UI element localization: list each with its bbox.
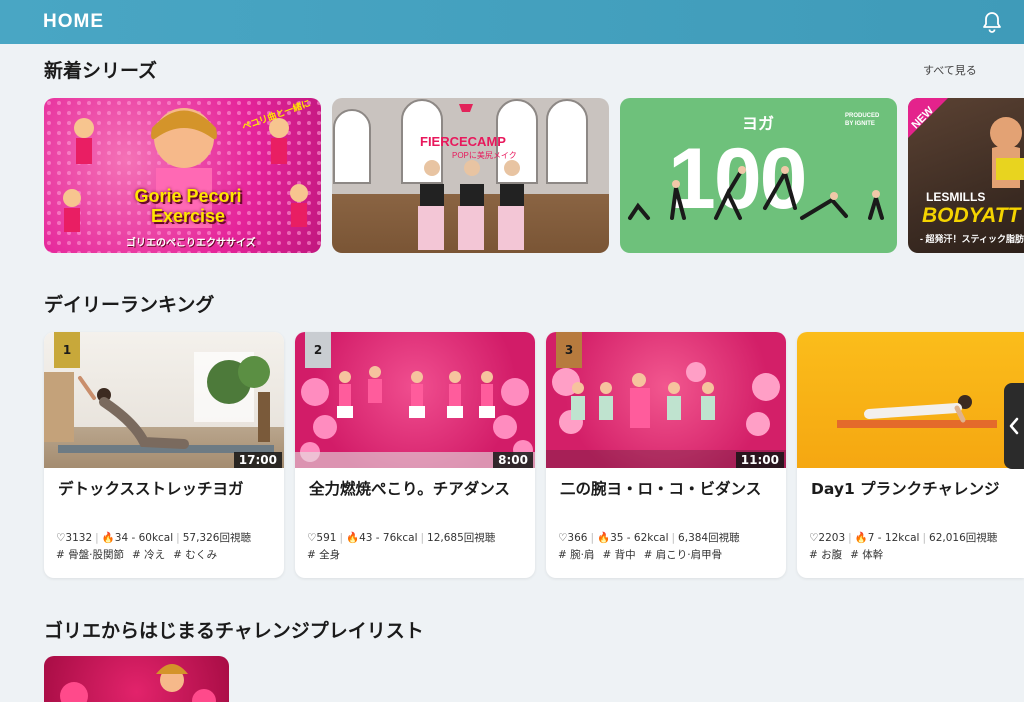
series-thumbnail — [628, 166, 884, 220]
series-card-yoga100[interactable]: ヨガ PRODUCED BY IGNITE 100 — [620, 98, 897, 253]
tag[interactable]: # 全身 — [307, 549, 340, 561]
view-count: 6,384回視聴 — [678, 532, 740, 544]
kcal-range: 43 - 76kcal — [359, 532, 418, 544]
ranking-tags: # 全身 — [307, 547, 348, 562]
series-card-gorie[interactable]: ペコリ曲と一緒に Gorie Pecori Exercise ゴリエのペこりエク… — [44, 98, 321, 253]
flame-icon: 🔥 — [101, 532, 115, 544]
ranking-card-3[interactable]: 3 11:00 二の腕ヨ・ロ・コ・ビダンス ♡366 | 🔥35 - 62kcal |… — [546, 332, 786, 578]
yoga-scene — [44, 352, 274, 453]
ranking-title: デトックスストレッチヨガ — [58, 480, 244, 498]
ranking-stats: ♡3132 | 🔥34 - 60kcal | 57,326回視聴 — [56, 532, 251, 544]
series-card-brand: FIERCECAMP — [420, 134, 506, 149]
flame-icon: 🔥 — [597, 532, 611, 544]
series-card-brand: LESMILLS — [926, 190, 986, 204]
ranking-card-1[interactable]: 1 17:00 デトックスストレッチヨガ ♡3132 | 🔥34 - 60kcal |… — [44, 332, 284, 578]
carousel-scroll-handle[interactable] — [1004, 383, 1024, 469]
view-count: 57,326回視聴 — [182, 532, 251, 544]
duration-label: 17:00 — [233, 452, 282, 468]
likes-count: ♡591 — [307, 532, 337, 544]
ranking-stats: ♡591 | 🔥43 - 76kcal | 12,685回視聴 — [307, 532, 496, 544]
playlist-thumbnail — [60, 664, 216, 702]
rank-badge: 2 — [305, 332, 331, 368]
cheer-dance-scene — [295, 366, 535, 468]
ranking-thumbnail: 1 17:00 — [44, 332, 284, 468]
ranking-tags: # お腹 # 体幹 — [809, 547, 891, 562]
bell-icon[interactable] — [980, 10, 1004, 34]
series-card-main-text: Gorie Pecori Exercise — [134, 186, 242, 226]
tag[interactable]: # 体幹 — [850, 549, 883, 561]
series-card-sub-text: POPに美尻メイク — [452, 151, 517, 160]
flame-icon: 🔥 — [346, 532, 360, 544]
likes-count: ♡2203 — [809, 532, 846, 544]
series-card-title: BODYATT — [922, 204, 1021, 227]
kcal-range: 34 - 60kcal — [114, 532, 174, 544]
ranking-tags: # 腕·肩 # 背中 # 肩こり·肩甲骨 — [558, 547, 730, 562]
view-count: 12,685回視聴 — [427, 532, 496, 544]
ranking-card-2[interactable]: 2 8:00 全力燃焼ぺこり。チアダンス ♡591 | 🔥43 - 76kcal | 1… — [295, 332, 535, 578]
tag[interactable]: # 肩こり·肩甲骨 — [644, 549, 722, 561]
ranking-title: Day1 プランクチャレンジ — [811, 480, 1000, 498]
section-title-daily-ranking: デイリーランキング — [44, 294, 215, 316]
ranking-title: 二の腕ヨ・ロ・コ・ビダンス — [560, 480, 762, 498]
ranking-tags: # 骨盤·股関節 # 冷え # むくみ — [56, 547, 225, 562]
view-count: 62,016回視聴 — [929, 532, 998, 544]
ranking-title: 全力燃焼ぺこり。チアダンス — [309, 480, 510, 498]
see-all-link[interactable]: すべて見る — [923, 62, 977, 78]
kcal-range: 7 - 12kcal — [867, 532, 920, 544]
series-card-fiercecamp[interactable]: FIERCECAMP POPに美尻メイク — [332, 98, 609, 253]
ranking-thumbnail — [797, 332, 1024, 468]
series-card-lesmills[interactable]: NEW LESMILLS BODYATT - 超発汗！スティック脂肪 — [908, 98, 1024, 253]
tag[interactable]: # 冷え — [132, 549, 165, 561]
app-header: HOME — [0, 0, 1024, 44]
ranking-card-4[interactable]: Day1 プランクチャレンジ ♡2203 | 🔥7 - 12kcal | 62,016回… — [797, 332, 1024, 578]
ranking-thumbnail: 3 11:00 — [546, 332, 786, 468]
duration-label: 11:00 — [735, 452, 784, 468]
section-title-new-series: 新着シリーズ — [44, 60, 158, 82]
series-thumbnail — [333, 99, 588, 250]
plank-scene — [837, 395, 997, 428]
ranking-stats: ♡2203 | 🔥7 - 12kcal | 62,016回視聴 — [809, 532, 998, 544]
likes-count: ♡366 — [558, 532, 588, 544]
ranking-stats: ♡366 | 🔥35 - 62kcal | 6,384回視聴 — [558, 532, 740, 544]
series-card-sub-text: - 超発汗！スティック脂肪 — [920, 234, 1024, 244]
series-thumbnail — [44, 98, 321, 253]
chevron-left-icon — [1009, 417, 1019, 435]
ranking-thumbnail: 2 8:00 — [295, 332, 535, 468]
tag[interactable]: # 腕·肩 — [558, 549, 594, 561]
rank-badge: 3 — [556, 332, 582, 368]
playlist-card[interactable] — [44, 656, 229, 702]
tag[interactable]: # むくみ — [173, 549, 217, 561]
tag[interactable]: # 骨盤·股関節 — [56, 549, 124, 561]
likes-count: ♡3132 — [56, 532, 93, 544]
page-title: HOME — [43, 11, 104, 32]
arm-dance-scene — [546, 362, 786, 468]
kcal-range: 35 - 62kcal — [610, 532, 669, 544]
section-title-playlist: ゴリエからはじまるチャレンジプレイリスト — [44, 620, 424, 642]
duration-label: 8:00 — [493, 452, 533, 468]
tag[interactable]: # 背中 — [602, 549, 635, 561]
flame-icon: 🔥 — [854, 532, 868, 544]
series-card-sub-text: ゴリエのペこりエクササイズ — [126, 238, 256, 249]
tag[interactable]: # お腹 — [809, 549, 842, 561]
rank-badge: 1 — [54, 332, 80, 368]
